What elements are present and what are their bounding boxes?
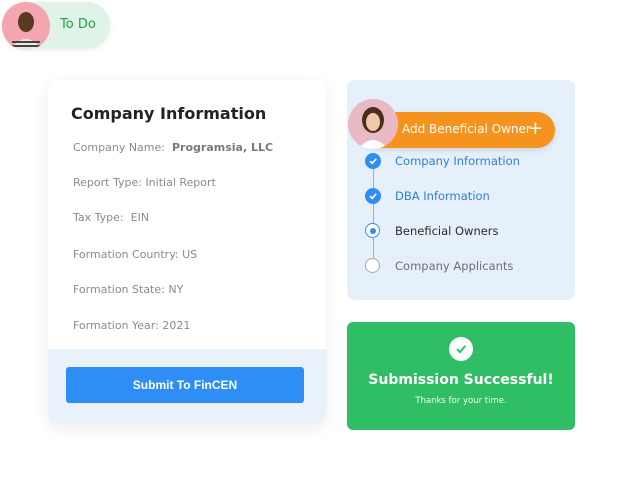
field-tax-type: Tax Type: EIN: [73, 211, 150, 224]
success-title: Submission Successful!: [368, 372, 554, 388]
field-formation-state: Formation State: NY: [73, 283, 184, 296]
owner-avatar: [348, 99, 398, 149]
step-label: Company Applicants: [395, 259, 514, 273]
card-footer: Submit To FinCEN: [48, 349, 326, 424]
field-formation-country: Formation Country: US: [73, 248, 198, 261]
step-company-applicants[interactable]: Company Applicants: [365, 258, 565, 276]
todo-label: To Do: [60, 17, 96, 32]
field-formation-year: Formation Year: 2021: [73, 319, 191, 332]
company-info-title: Company Information: [71, 104, 267, 123]
add-owner-label: Add Beneficial Owner: [402, 122, 531, 136]
step-label: Beneficial Owners: [395, 224, 499, 238]
field-report-type: Report Type: Initial Report: [73, 176, 216, 189]
step-beneficial-owners[interactable]: Beneficial Owners: [365, 223, 565, 241]
plus-icon: +: [527, 118, 543, 139]
stepper-connector: [373, 238, 374, 258]
step-dba-information[interactable]: DBA Information: [365, 188, 565, 206]
submit-to-fincen-button[interactable]: Submit To FinCEN: [66, 367, 304, 403]
stepper-connector: [373, 203, 374, 223]
step-company-information[interactable]: Company Information: [365, 153, 565, 171]
success-subtitle: Thanks for your time.: [415, 396, 507, 406]
field-company-name: Company Name: Programsia, LLC: [73, 141, 274, 154]
submission-success-card: Submission Successful! Thanks for your t…: [347, 322, 575, 430]
todo-badge[interactable]: To Do: [2, 2, 110, 50]
check-icon: [365, 153, 381, 169]
user-avatar: [2, 2, 50, 50]
step-label: DBA Information: [395, 189, 490, 203]
pending-step-icon: [365, 258, 380, 273]
success-check-icon: [449, 337, 473, 361]
check-icon: [365, 188, 381, 204]
company-info-card: Company Information Company Name: Progra…: [48, 80, 326, 424]
step-label: Company Information: [395, 154, 520, 168]
stepper-connector: [373, 168, 374, 188]
current-step-icon: [365, 223, 380, 238]
